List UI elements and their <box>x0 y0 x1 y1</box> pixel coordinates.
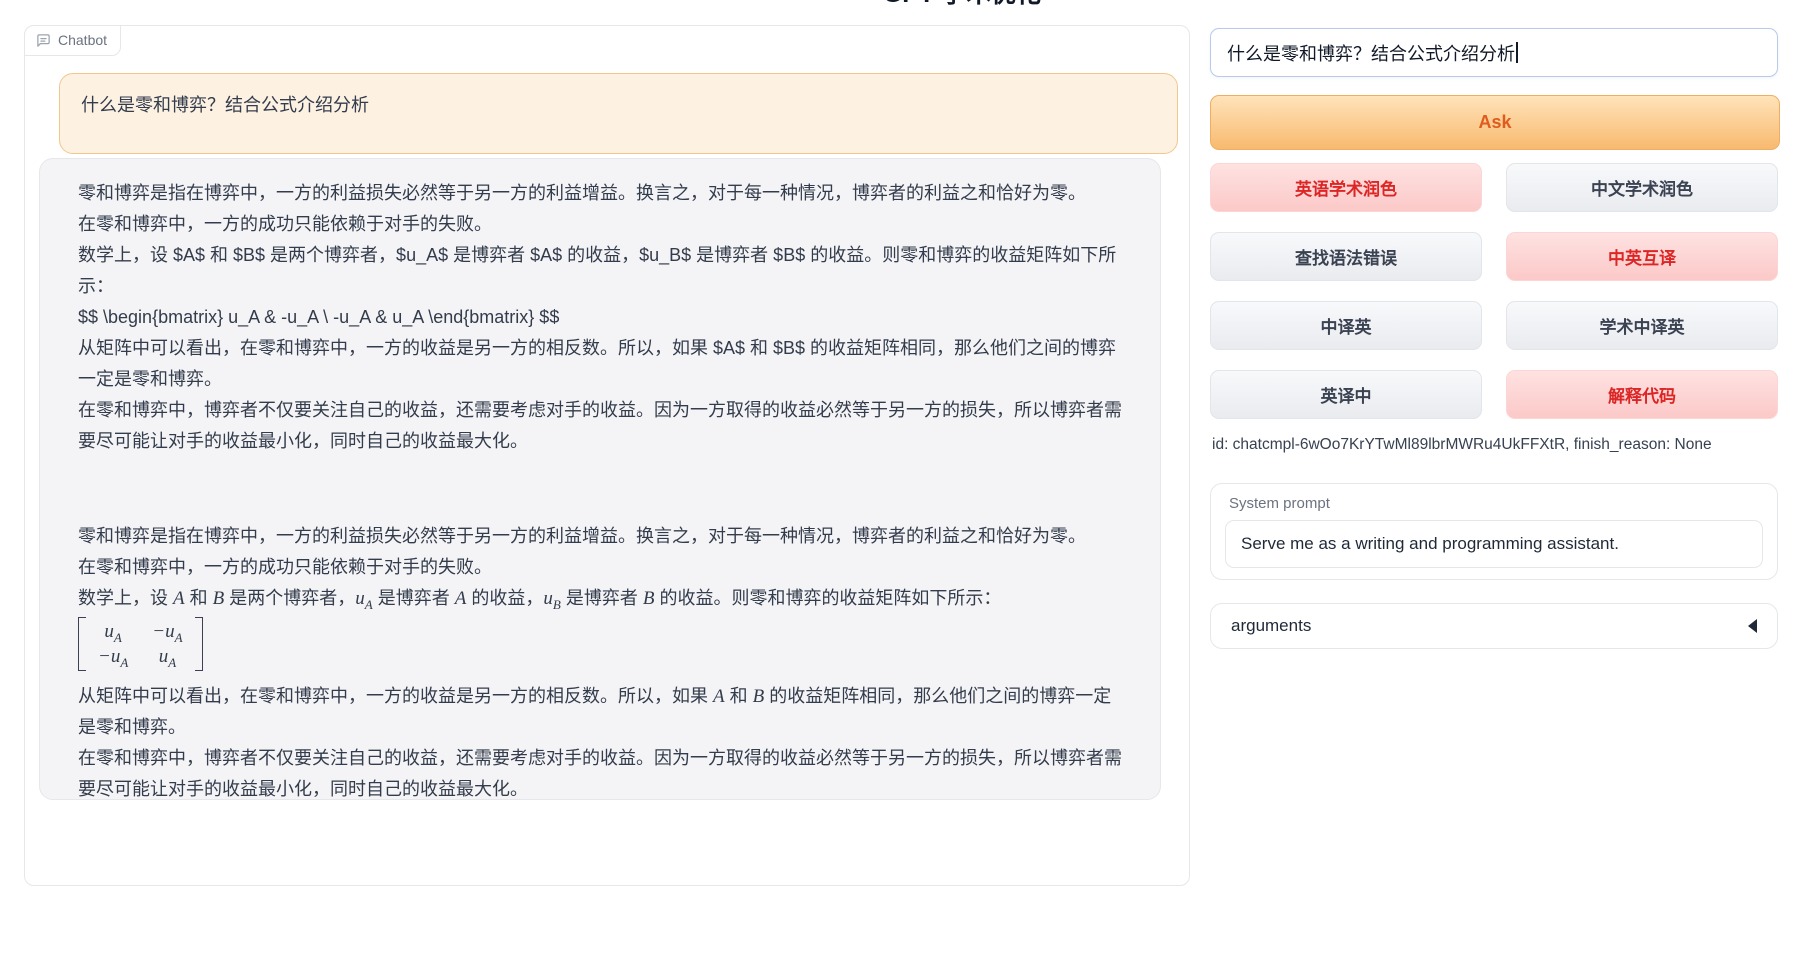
collapse-triangle-icon <box>1748 619 1757 633</box>
fn-button-zh-en-mutual-translate[interactable]: 中英互译 <box>1506 232 1778 281</box>
bot-message-bubble: 零和博弈是指在博弈中，一方的利益损失必然等于另一方的利益增益。换言之，对于每一种… <box>39 158 1161 800</box>
bot-message-raw-markdown: 零和博弈是指在博弈中，一方的利益损失必然等于另一方的利益增益。换言之，对于每一种… <box>78 178 1122 457</box>
system-prompt-group: System prompt Serve me as a writing and … <box>1210 483 1778 580</box>
ask-button[interactable]: Ask <box>1210 95 1780 150</box>
chatbot-label-text: Chatbot <box>58 32 107 48</box>
chatbot-label: Chatbot <box>24 25 121 56</box>
fn-button-find-grammar-errors[interactable]: 查找语法错误 <box>1210 232 1482 281</box>
question-input-value: 什么是零和博弈？结合公式介绍分析 <box>1227 40 1515 66</box>
text-cursor <box>1516 42 1518 63</box>
system-prompt-value: Serve me as a writing and programming as… <box>1241 534 1619 554</box>
chatbot-panel: Chatbot 什么是零和博弈？结合公式介绍分析 零和博弈是指在博弈中，一方的利… <box>24 25 1190 886</box>
fn-button-english-academic-polish[interactable]: 英语学术润色 <box>1210 163 1482 212</box>
fn-button-academic-zh-to-en[interactable]: 学术中译英 <box>1506 301 1778 350</box>
question-input[interactable]: 什么是零和博弈？结合公式介绍分析 <box>1210 28 1778 77</box>
function-button-grid: 英语学术润色 中文学术润色 查找语法错误 中英互译 中译英 学术中译英 英译中 … <box>1210 163 1778 419</box>
fn-button-zh-to-en[interactable]: 中译英 <box>1210 301 1482 350</box>
user-message-bubble: 什么是零和博弈？结合公式介绍分析 <box>59 73 1178 154</box>
app-title-clipped: GPT 学术优化 <box>800 0 1124 6</box>
bot-message-rendered-latex: 零和博弈是指在博弈中，一方的利益损失必然等于另一方的利益增益。换言之，对于每一种… <box>78 521 1122 805</box>
fn-button-en-to-zh[interactable]: 英译中 <box>1210 370 1482 419</box>
ask-button-label: Ask <box>1478 112 1511 133</box>
app-title: GPT 学术优化 <box>800 0 1124 6</box>
arguments-accordion[interactable]: arguments <box>1210 603 1778 649</box>
system-prompt-input[interactable]: Serve me as a writing and programming as… <box>1225 520 1763 568</box>
fn-button-explain-code[interactable]: 解释代码 <box>1506 370 1778 419</box>
user-message-text: 什么是零和博弈？结合公式介绍分析 <box>81 90 1155 121</box>
response-status-text: id: chatcmpl-6wOo7KrYTwMl89lbrMWRu4UkFFX… <box>1212 436 1712 454</box>
fn-button-chinese-academic-polish[interactable]: 中文学术润色 <box>1506 163 1778 212</box>
chat-bubble-icon <box>36 33 51 48</box>
system-prompt-label: System prompt <box>1229 495 1330 512</box>
arguments-accordion-label: arguments <box>1231 616 1311 636</box>
